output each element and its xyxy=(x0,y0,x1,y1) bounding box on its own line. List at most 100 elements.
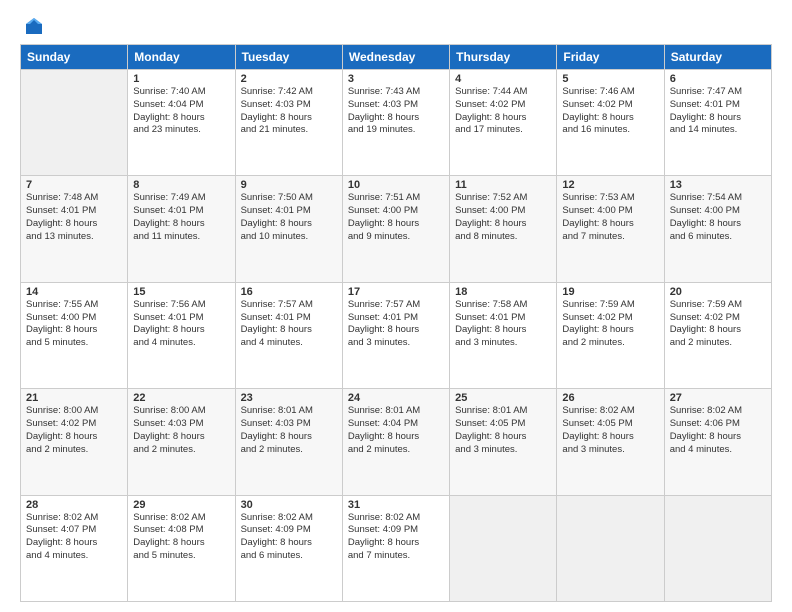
day-number: 8 xyxy=(133,179,229,191)
calendar-cell: 21Sunrise: 8:00 AMSunset: 4:02 PMDayligh… xyxy=(21,389,128,495)
day-info: Sunrise: 7:49 AMSunset: 4:01 PMDaylight:… xyxy=(133,192,229,243)
calendar-cell: 12Sunrise: 7:53 AMSunset: 4:00 PMDayligh… xyxy=(557,176,664,282)
calendar-header-tuesday: Tuesday xyxy=(235,45,342,70)
calendar-week-1: 1Sunrise: 7:40 AMSunset: 4:04 PMDaylight… xyxy=(21,70,772,176)
calendar-table: SundayMondayTuesdayWednesdayThursdayFrid… xyxy=(20,44,772,602)
logo-icon xyxy=(24,16,44,36)
day-number: 11 xyxy=(455,179,551,191)
day-number: 5 xyxy=(562,73,658,85)
day-info: Sunrise: 8:02 AMSunset: 4:09 PMDaylight:… xyxy=(241,512,337,563)
day-info: Sunrise: 8:02 AMSunset: 4:05 PMDaylight:… xyxy=(562,405,658,456)
day-number: 9 xyxy=(241,179,337,191)
calendar-header-saturday: Saturday xyxy=(664,45,771,70)
calendar-cell: 25Sunrise: 8:01 AMSunset: 4:05 PMDayligh… xyxy=(450,389,557,495)
calendar-cell: 1Sunrise: 7:40 AMSunset: 4:04 PMDaylight… xyxy=(128,70,235,176)
day-info: Sunrise: 8:02 AMSunset: 4:06 PMDaylight:… xyxy=(670,405,766,456)
day-number: 31 xyxy=(348,499,444,511)
day-info: Sunrise: 7:47 AMSunset: 4:01 PMDaylight:… xyxy=(670,86,766,137)
day-info: Sunrise: 7:51 AMSunset: 4:00 PMDaylight:… xyxy=(348,192,444,243)
calendar-cell xyxy=(21,70,128,176)
day-number: 14 xyxy=(26,286,122,298)
day-info: Sunrise: 7:46 AMSunset: 4:02 PMDaylight:… xyxy=(562,86,658,137)
day-info: Sunrise: 8:01 AMSunset: 4:05 PMDaylight:… xyxy=(455,405,551,456)
calendar-cell: 4Sunrise: 7:44 AMSunset: 4:02 PMDaylight… xyxy=(450,70,557,176)
calendar-cell: 26Sunrise: 8:02 AMSunset: 4:05 PMDayligh… xyxy=(557,389,664,495)
page: SundayMondayTuesdayWednesdayThursdayFrid… xyxy=(0,0,792,612)
day-number: 1 xyxy=(133,73,229,85)
calendar-cell xyxy=(664,495,771,601)
calendar-cell: 6Sunrise: 7:47 AMSunset: 4:01 PMDaylight… xyxy=(664,70,771,176)
day-number: 4 xyxy=(455,73,551,85)
calendar-cell: 17Sunrise: 7:57 AMSunset: 4:01 PMDayligh… xyxy=(342,282,449,388)
calendar-cell: 10Sunrise: 7:51 AMSunset: 4:00 PMDayligh… xyxy=(342,176,449,282)
day-info: Sunrise: 7:48 AMSunset: 4:01 PMDaylight:… xyxy=(26,192,122,243)
day-info: Sunrise: 7:57 AMSunset: 4:01 PMDaylight:… xyxy=(241,299,337,350)
calendar-week-2: 7Sunrise: 7:48 AMSunset: 4:01 PMDaylight… xyxy=(21,176,772,282)
day-number: 26 xyxy=(562,392,658,404)
day-number: 29 xyxy=(133,499,229,511)
calendar-cell: 28Sunrise: 8:02 AMSunset: 4:07 PMDayligh… xyxy=(21,495,128,601)
header xyxy=(20,16,772,36)
day-number: 15 xyxy=(133,286,229,298)
calendar-cell: 8Sunrise: 7:49 AMSunset: 4:01 PMDaylight… xyxy=(128,176,235,282)
day-number: 12 xyxy=(562,179,658,191)
calendar-week-5: 28Sunrise: 8:02 AMSunset: 4:07 PMDayligh… xyxy=(21,495,772,601)
day-number: 16 xyxy=(241,286,337,298)
day-info: Sunrise: 8:01 AMSunset: 4:04 PMDaylight:… xyxy=(348,405,444,456)
day-number: 13 xyxy=(670,179,766,191)
day-number: 30 xyxy=(241,499,337,511)
day-number: 18 xyxy=(455,286,551,298)
calendar-header-sunday: Sunday xyxy=(21,45,128,70)
calendar-cell: 31Sunrise: 8:02 AMSunset: 4:09 PMDayligh… xyxy=(342,495,449,601)
calendar-cell xyxy=(450,495,557,601)
calendar-cell: 13Sunrise: 7:54 AMSunset: 4:00 PMDayligh… xyxy=(664,176,771,282)
calendar-cell: 2Sunrise: 7:42 AMSunset: 4:03 PMDaylight… xyxy=(235,70,342,176)
day-info: Sunrise: 8:02 AMSunset: 4:08 PMDaylight:… xyxy=(133,512,229,563)
day-info: Sunrise: 7:55 AMSunset: 4:00 PMDaylight:… xyxy=(26,299,122,350)
day-info: Sunrise: 7:58 AMSunset: 4:01 PMDaylight:… xyxy=(455,299,551,350)
day-number: 3 xyxy=(348,73,444,85)
calendar-header-thursday: Thursday xyxy=(450,45,557,70)
calendar-cell: 7Sunrise: 7:48 AMSunset: 4:01 PMDaylight… xyxy=(21,176,128,282)
day-number: 10 xyxy=(348,179,444,191)
day-info: Sunrise: 7:59 AMSunset: 4:02 PMDaylight:… xyxy=(670,299,766,350)
day-number: 20 xyxy=(670,286,766,298)
calendar-cell xyxy=(557,495,664,601)
calendar-cell: 30Sunrise: 8:02 AMSunset: 4:09 PMDayligh… xyxy=(235,495,342,601)
calendar-week-3: 14Sunrise: 7:55 AMSunset: 4:00 PMDayligh… xyxy=(21,282,772,388)
calendar-cell: 5Sunrise: 7:46 AMSunset: 4:02 PMDaylight… xyxy=(557,70,664,176)
calendar-cell: 14Sunrise: 7:55 AMSunset: 4:00 PMDayligh… xyxy=(21,282,128,388)
calendar-cell: 19Sunrise: 7:59 AMSunset: 4:02 PMDayligh… xyxy=(557,282,664,388)
day-info: Sunrise: 7:54 AMSunset: 4:00 PMDaylight:… xyxy=(670,192,766,243)
day-number: 23 xyxy=(241,392,337,404)
calendar-cell: 27Sunrise: 8:02 AMSunset: 4:06 PMDayligh… xyxy=(664,389,771,495)
day-info: Sunrise: 8:02 AMSunset: 4:09 PMDaylight:… xyxy=(348,512,444,563)
day-number: 27 xyxy=(670,392,766,404)
day-info: Sunrise: 7:52 AMSunset: 4:00 PMDaylight:… xyxy=(455,192,551,243)
calendar-header-friday: Friday xyxy=(557,45,664,70)
day-info: Sunrise: 7:44 AMSunset: 4:02 PMDaylight:… xyxy=(455,86,551,137)
calendar-cell: 18Sunrise: 7:58 AMSunset: 4:01 PMDayligh… xyxy=(450,282,557,388)
day-info: Sunrise: 8:00 AMSunset: 4:02 PMDaylight:… xyxy=(26,405,122,456)
day-info: Sunrise: 7:43 AMSunset: 4:03 PMDaylight:… xyxy=(348,86,444,137)
calendar-cell: 20Sunrise: 7:59 AMSunset: 4:02 PMDayligh… xyxy=(664,282,771,388)
day-info: Sunrise: 8:00 AMSunset: 4:03 PMDaylight:… xyxy=(133,405,229,456)
day-number: 22 xyxy=(133,392,229,404)
day-number: 24 xyxy=(348,392,444,404)
calendar-cell: 16Sunrise: 7:57 AMSunset: 4:01 PMDayligh… xyxy=(235,282,342,388)
calendar-cell: 29Sunrise: 8:02 AMSunset: 4:08 PMDayligh… xyxy=(128,495,235,601)
day-info: Sunrise: 7:40 AMSunset: 4:04 PMDaylight:… xyxy=(133,86,229,137)
calendar-cell: 23Sunrise: 8:01 AMSunset: 4:03 PMDayligh… xyxy=(235,389,342,495)
calendar-cell: 24Sunrise: 8:01 AMSunset: 4:04 PMDayligh… xyxy=(342,389,449,495)
day-number: 19 xyxy=(562,286,658,298)
day-number: 2 xyxy=(241,73,337,85)
calendar-cell: 11Sunrise: 7:52 AMSunset: 4:00 PMDayligh… xyxy=(450,176,557,282)
day-info: Sunrise: 8:01 AMSunset: 4:03 PMDaylight:… xyxy=(241,405,337,456)
calendar-header-wednesday: Wednesday xyxy=(342,45,449,70)
day-number: 17 xyxy=(348,286,444,298)
calendar-cell: 15Sunrise: 7:56 AMSunset: 4:01 PMDayligh… xyxy=(128,282,235,388)
day-number: 7 xyxy=(26,179,122,191)
day-info: Sunrise: 7:53 AMSunset: 4:00 PMDaylight:… xyxy=(562,192,658,243)
day-number: 25 xyxy=(455,392,551,404)
calendar-cell: 9Sunrise: 7:50 AMSunset: 4:01 PMDaylight… xyxy=(235,176,342,282)
